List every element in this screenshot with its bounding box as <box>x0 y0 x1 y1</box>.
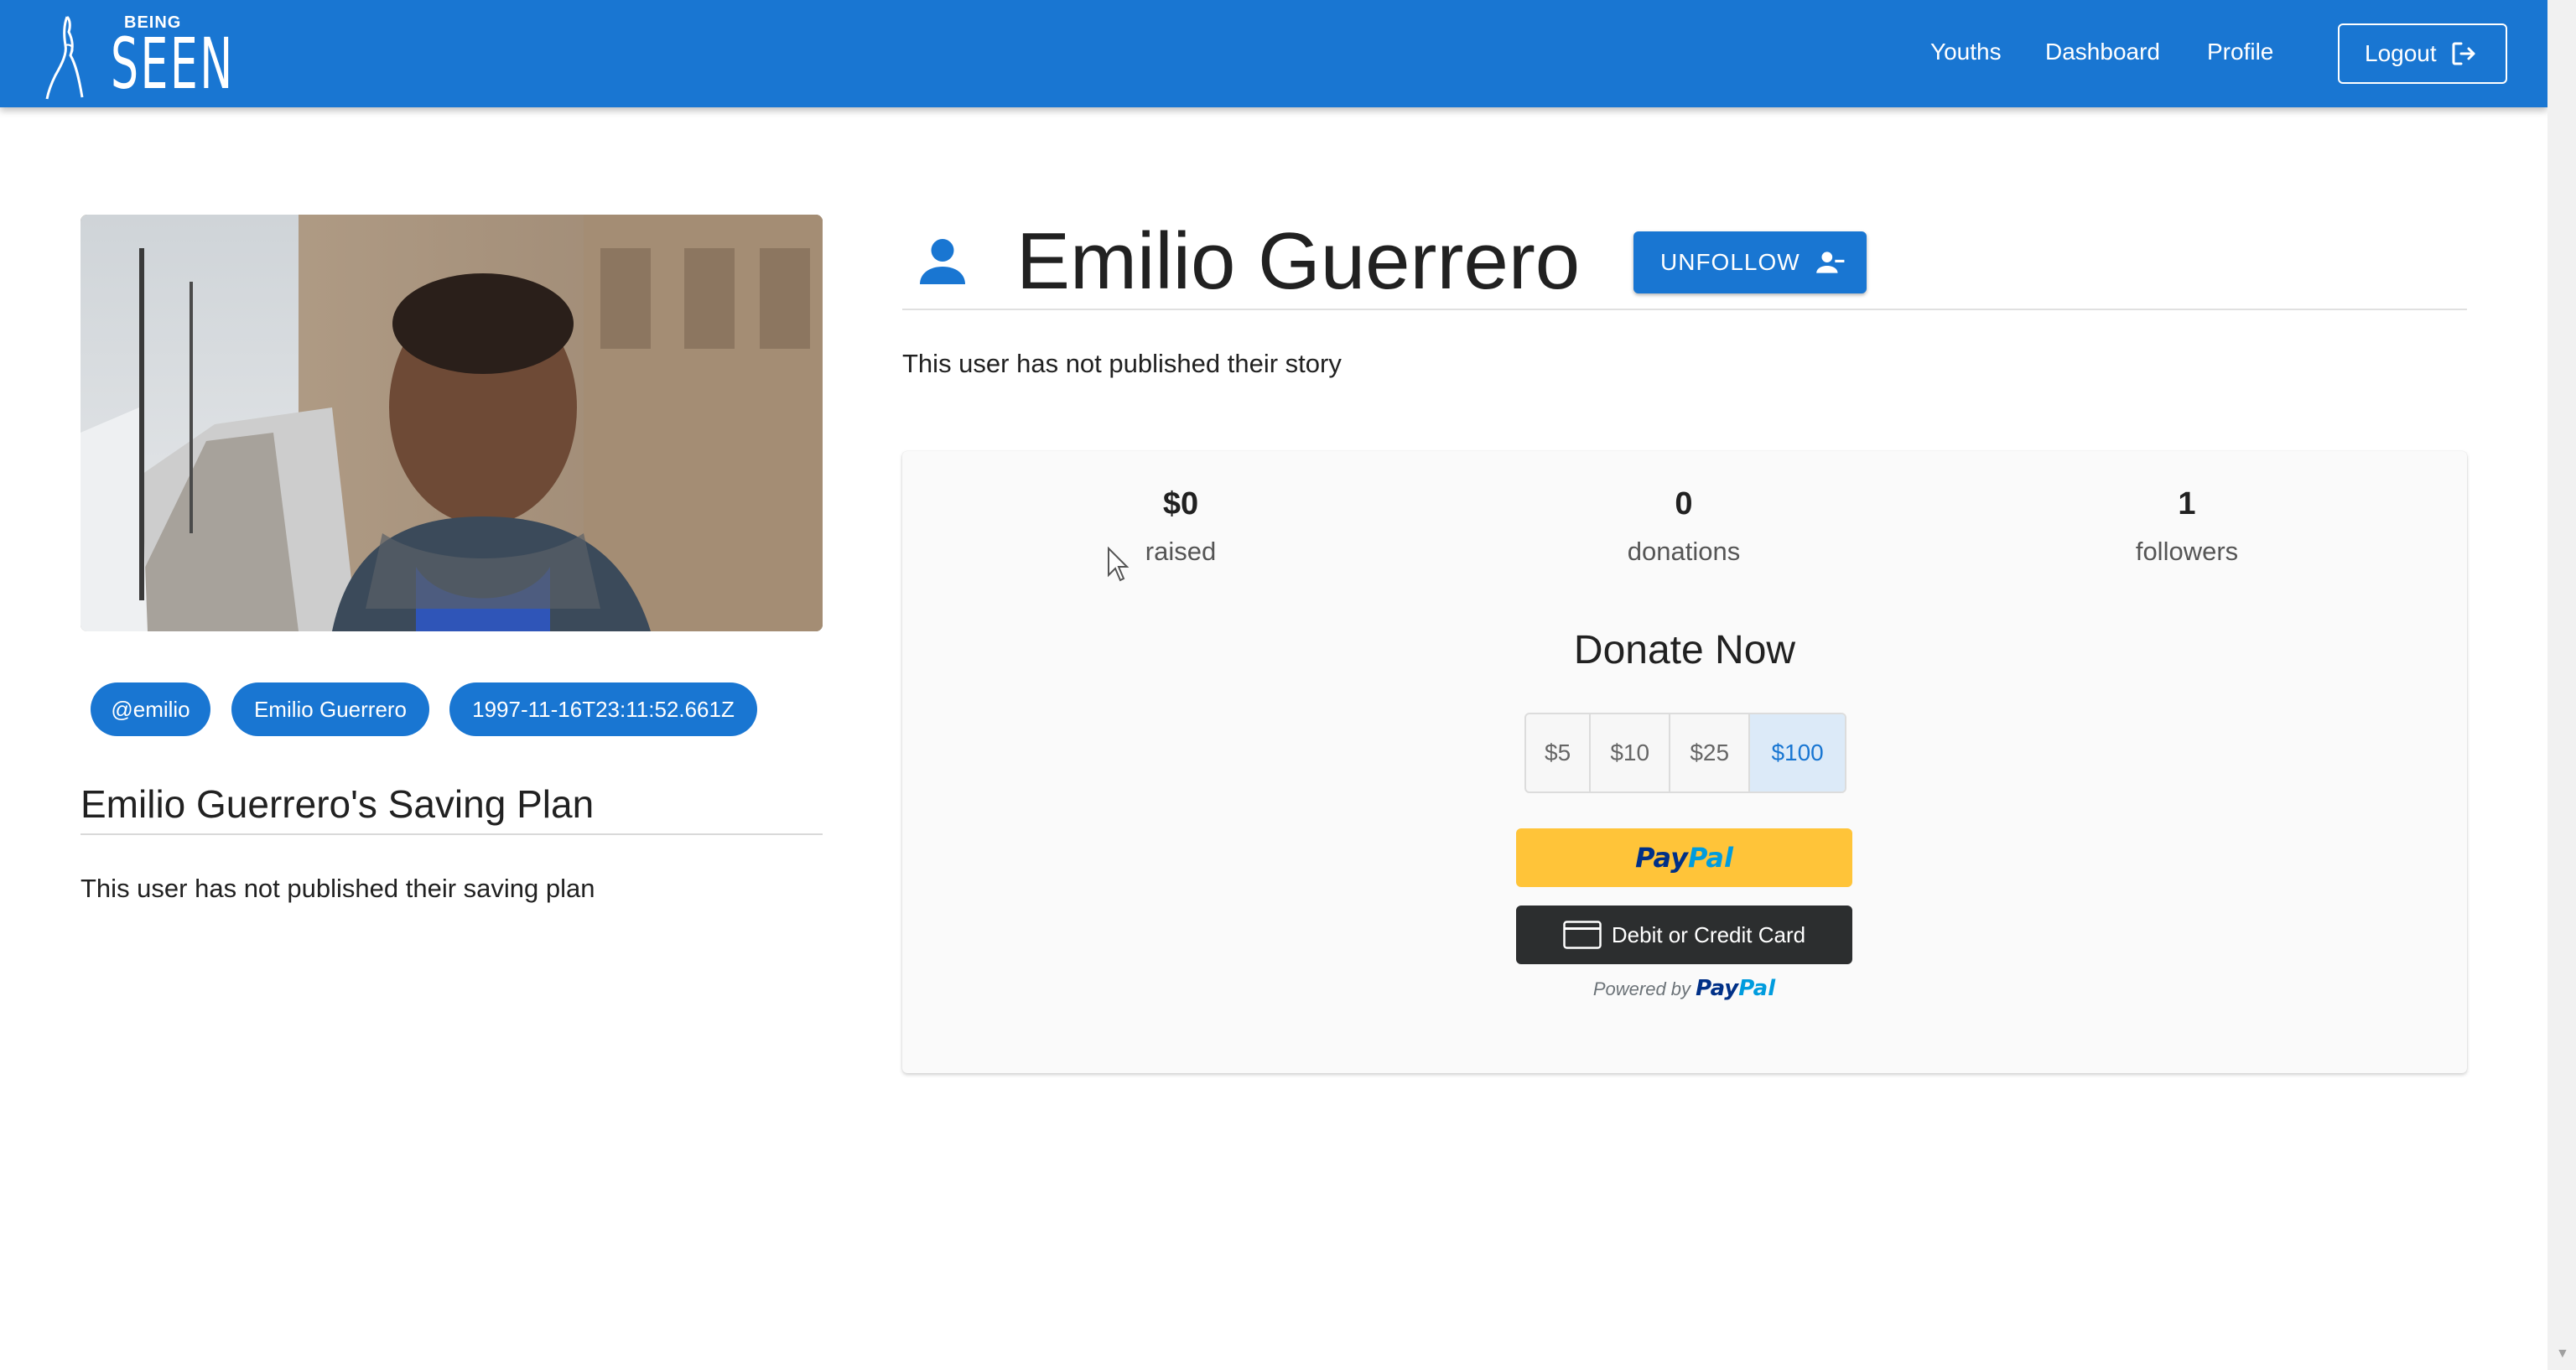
powered-by-paypal: Powered by PayPal <box>1516 976 1852 1001</box>
stat-raised-label: raised <box>1145 537 1217 566</box>
person-icon <box>920 239 965 284</box>
stat-raised-value: $0 <box>1162 486 1199 522</box>
page-scrollbar[interactable] <box>2547 0 2576 1370</box>
chip-fullname[interactable]: Emilio Guerrero <box>231 682 429 736</box>
stat-donations-label: donations <box>1627 537 1741 566</box>
amount-option-selected[interactable]: $100 <box>1750 714 1845 791</box>
nav-youths[interactable]: Youths <box>1930 39 2002 65</box>
powered-paypal-logo: PayPal <box>1696 976 1776 1001</box>
amount-option[interactable]: $10 <box>1591 714 1671 791</box>
being-seen-logo[interactable]: BEING SEEN <box>45 8 232 100</box>
saving-plan-divider <box>80 833 823 835</box>
paypal-logo: PayPal <box>1635 842 1733 874</box>
stat-followers-value: 1 <box>2178 486 2196 522</box>
person-remove-icon <box>1815 252 1845 273</box>
unfollow-label: UNFOLLOW <box>1660 249 1800 275</box>
logout-label: Logout <box>2365 40 2437 66</box>
logo-main-text: SEEN <box>111 23 235 105</box>
donation-amount-selector: $5 $10 $25 $100 <box>1524 713 1846 793</box>
scroll-down-arrow-icon[interactable]: ▼ <box>2556 1347 2569 1362</box>
unfollow-button[interactable]: UNFOLLOW <box>1633 231 1867 293</box>
amount-option[interactable]: $25 <box>1670 714 1751 791</box>
stat-followers-label: followers <box>2135 537 2239 566</box>
profile-name-divider <box>902 309 2467 310</box>
mouse-cursor-icon <box>1108 547 1130 582</box>
profile-name: Emilio Guerrero <box>1016 216 1581 306</box>
nav-dashboard[interactable]: Dashboard <box>2045 39 2160 65</box>
amount-option[interactable]: $5 <box>1526 714 1592 791</box>
logo-figure-icon <box>45 15 84 100</box>
profile-photo <box>80 215 823 631</box>
saving-plan-text: This user has not published their saving… <box>80 874 595 903</box>
nav-profile[interactable]: Profile <box>2207 39 2273 65</box>
saving-plan-title: Emilio Guerrero's Saving Plan <box>80 782 595 826</box>
donate-title: Donate Now <box>1573 628 1796 672</box>
card-button-label: Debit or Credit Card <box>1611 921 1806 947</box>
credit-card-icon <box>1563 921 1602 949</box>
debit-credit-card-button[interactable]: Debit or Credit Card <box>1516 906 1852 964</box>
chip-birthdate[interactable]: 1997-11-16T23:11:52.661Z <box>449 682 757 736</box>
powered-by-text: Powered by <box>1592 978 1691 999</box>
paypal-button[interactable]: PayPal <box>1516 828 1852 887</box>
story-text: This user has not published their story <box>902 349 1342 378</box>
chip-username[interactable]: @emilio <box>91 682 210 736</box>
logout-icon <box>2452 42 2475 65</box>
stat-donations-value: 0 <box>1675 486 1693 522</box>
app-header: BEING SEEN Youths Dashboard Profile Logo… <box>0 0 2547 107</box>
logout-button[interactable]: Logout <box>2338 23 2507 84</box>
